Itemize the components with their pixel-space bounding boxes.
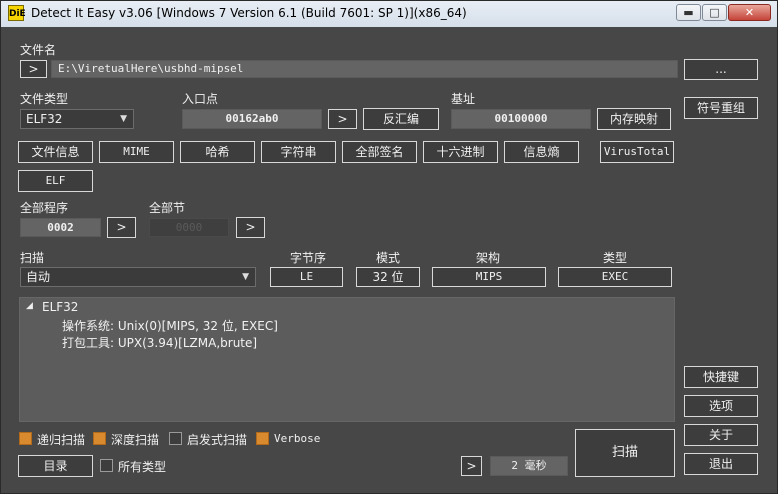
tree-item-packer[interactable]: 打包工具: UPX(3.94)[LZMA,brute] xyxy=(62,334,257,351)
all-types-checkbox[interactable] xyxy=(100,459,113,472)
browse-button[interactable]: ... xyxy=(684,59,758,80)
heuristic-checkbox[interactable] xyxy=(169,432,182,445)
filetype-value: ELF32 xyxy=(26,112,63,126)
scan-mode-select[interactable]: 自动 ▼ xyxy=(20,267,256,287)
maximize-button[interactable]: □ xyxy=(702,4,727,21)
about-button[interactable]: 关于 xyxy=(684,424,758,446)
scan-button[interactable]: 扫描 xyxy=(575,429,675,477)
endian-field: LE xyxy=(270,267,343,287)
hash-button[interactable]: 哈希 xyxy=(180,141,255,163)
entropy-button[interactable]: 信息熵 xyxy=(504,141,579,163)
deep-checkbox[interactable] xyxy=(93,432,106,445)
minimize-button[interactable]: ▬ xyxy=(676,4,701,21)
sections-label: 全部节 xyxy=(149,201,186,215)
virustotal-button[interactable]: VirusTotal xyxy=(600,141,674,163)
programs-nav-button[interactable]: > xyxy=(107,217,136,238)
verbose-label[interactable]: Verbose xyxy=(274,432,320,445)
symbols-button[interactable]: 符号重组 xyxy=(684,97,758,119)
elf-button[interactable]: ELF xyxy=(18,170,93,192)
chevron-down-icon: ▼ xyxy=(120,114,127,124)
sections-count-field: 0000 xyxy=(149,218,229,237)
bits-field: 32 位 xyxy=(356,267,420,287)
mode-label: 模式 xyxy=(376,251,401,265)
results-tree[interactable]: ◢ ELF32 操作系统: Unix(0)[MIPS, 32 位, EXEC] … xyxy=(19,297,675,422)
filename-label: 文件名 xyxy=(20,43,57,57)
heuristic-label[interactable]: 启发式扫描 xyxy=(187,431,247,448)
entry-label: 入口点 xyxy=(182,92,219,106)
arch-label: 架构 xyxy=(476,251,501,265)
signatures-button[interactable]: 全部签名 xyxy=(342,141,417,163)
tree-root-label[interactable]: ELF32 xyxy=(42,300,78,314)
close-button[interactable]: ✕ xyxy=(728,4,771,21)
recursive-checkbox[interactable] xyxy=(19,432,32,445)
type-label: 类型 xyxy=(603,251,628,265)
mime-button[interactable]: MIME xyxy=(99,141,174,163)
chevron-down-icon: ▼ xyxy=(242,272,249,282)
arch-field: MIPS xyxy=(432,267,546,287)
filetype-select[interactable]: ELF32 ▼ xyxy=(20,109,134,129)
endian-label: 字节序 xyxy=(290,251,327,265)
verbose-checkbox[interactable] xyxy=(256,432,269,445)
deep-label[interactable]: 深度扫描 xyxy=(111,431,159,448)
scan-label: 扫描 xyxy=(20,251,45,265)
memory-map-button[interactable]: 内存映射 xyxy=(597,108,671,130)
title-bar: DiE Detect It Easy v3.06 [Windows 7 Vers… xyxy=(1,1,777,27)
disassemble-button[interactable]: 反汇编 xyxy=(363,108,439,130)
entry-nav-button[interactable]: > xyxy=(328,109,357,129)
directory-button[interactable]: 目录 xyxy=(18,455,93,477)
main-window: DiE Detect It Easy v3.06 [Windows 7 Vers… xyxy=(0,0,778,494)
exit-button[interactable]: 退出 xyxy=(684,453,758,475)
type-field: EXEC xyxy=(558,267,672,287)
programs-count-field: 0002 xyxy=(20,218,101,237)
base-address-field: 00100000 xyxy=(451,109,591,129)
expand-triangle-icon[interactable]: ◢ xyxy=(26,301,33,311)
app-icon: DiE xyxy=(8,5,26,21)
programs-label: 全部程序 xyxy=(20,201,69,215)
scan-mode-value: 自动 xyxy=(26,270,51,284)
options-button[interactable]: 选项 xyxy=(684,395,758,417)
tree-item-os[interactable]: 操作系统: Unix(0)[MIPS, 32 位, EXEC] xyxy=(62,317,278,334)
file-path-input[interactable]: E:\ViretualHere\usbhd-mipsel xyxy=(51,60,678,78)
window-title: Detect It Easy v3.06 [Windows 7 Version … xyxy=(31,6,467,20)
file-nav-button[interactable]: > xyxy=(20,60,47,78)
hex-button[interactable]: 十六进制 xyxy=(423,141,498,163)
recursive-label[interactable]: 递归扫描 xyxy=(37,431,85,448)
elapsed-time-field: 2 毫秒 xyxy=(490,456,568,476)
log-nav-button[interactable]: > xyxy=(461,456,482,476)
file-info-button[interactable]: 文件信息 xyxy=(18,141,93,163)
base-label: 基址 xyxy=(451,92,476,106)
filetype-label: 文件类型 xyxy=(20,92,69,106)
sections-nav-button[interactable]: > xyxy=(236,217,265,238)
all-types-label[interactable]: 所有类型 xyxy=(118,458,166,475)
shortcuts-button[interactable]: 快捷键 xyxy=(684,366,758,388)
strings-button[interactable]: 字符串 xyxy=(261,141,336,163)
entry-point-field: 00162ab0 xyxy=(182,109,322,129)
